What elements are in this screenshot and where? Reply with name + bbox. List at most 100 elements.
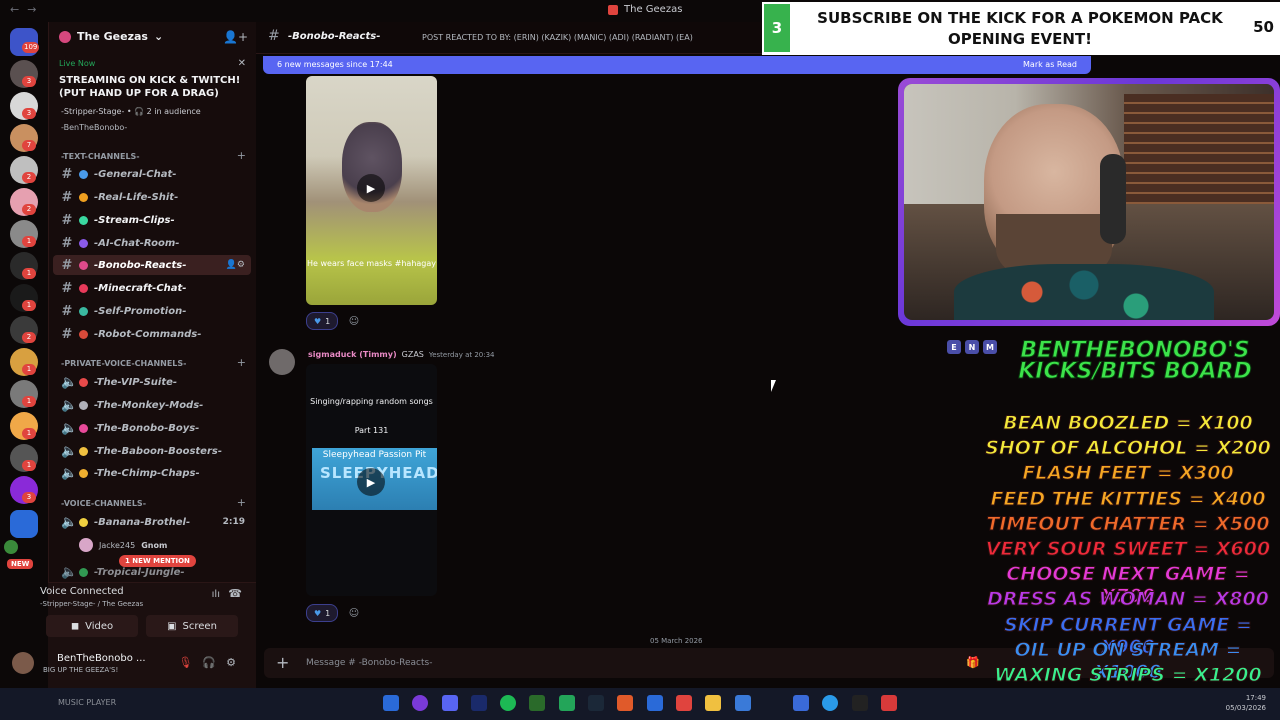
system-clock[interactable]: 17:49 05/03/2026 xyxy=(1226,693,1266,713)
voice-location[interactable]: -Stripper-Stage- / The Geezas xyxy=(40,600,143,608)
deafen-icon[interactable]: 🎧 xyxy=(202,656,226,669)
notes-icon[interactable] xyxy=(735,695,751,711)
add-channel-icon[interactable]: + xyxy=(237,149,246,162)
mail-icon[interactable] xyxy=(793,695,809,711)
mute-icon[interactable]: 🎙 xyxy=(178,656,202,669)
server-icon[interactable] xyxy=(10,510,38,538)
voice-status[interactable]: Voice Connected xyxy=(40,586,124,597)
voice-channel-chimp-chaps[interactable]: 🔈 -The-Chimp-Chaps- xyxy=(53,463,251,483)
emoji-icon xyxy=(79,260,88,270)
app-icon[interactable] xyxy=(647,695,663,711)
app-icon[interactable] xyxy=(881,695,897,711)
play-icon[interactable]: ▶ xyxy=(357,468,385,496)
new-messages-text: 6 new messages since 17:44 xyxy=(277,60,393,69)
mention-badge: 1 xyxy=(22,364,36,375)
add-reaction-icon[interactable]: ☺ xyxy=(346,605,362,621)
channel-general-chat[interactable]: # -General-Chat- xyxy=(53,164,251,184)
app-icon[interactable] xyxy=(852,695,868,711)
mention-badge: 1 xyxy=(22,268,36,279)
history-nav[interactable]: ←→ xyxy=(10,3,44,16)
video-embed[interactable]: Singing/rapping random songs Part 131 Sl… xyxy=(306,364,437,596)
chat-icon[interactable] xyxy=(559,695,575,711)
hash-icon: # xyxy=(61,212,73,228)
add-channel-icon[interactable]: + xyxy=(237,496,246,509)
subscribe-banner: 3 SUBSCRIBE ON THE KICK FOR A POKEMON PA… xyxy=(762,2,1280,55)
mouse-cursor xyxy=(771,380,781,392)
speaker-icon: 🔈 xyxy=(61,374,78,390)
server-header[interactable]: The Geezas ⌄ xyxy=(59,30,163,43)
live-host: -BenTheBonobo- xyxy=(61,123,128,132)
live-event-title[interactable]: STREAMING ON KICK & TWITCH! (PUT HAND UP… xyxy=(59,74,249,100)
live-stage-row[interactable]: -Stripper-Stage- • 🎧 2 in audience xyxy=(61,107,201,116)
disconnect-icon[interactable]: ☎ xyxy=(228,587,242,600)
video-caption: Singing/rapping random songs xyxy=(310,397,433,406)
heart-icon: ♥ xyxy=(314,608,322,618)
channel-minecraft-chat[interactable]: # -Minecraft-Chat- xyxy=(53,278,251,298)
chevron-down-icon: ⌄ xyxy=(153,30,164,43)
spotify-icon[interactable] xyxy=(500,695,516,711)
voice-connection-panel: Voice Connected -Stripper-Stage- / The G… xyxy=(40,582,256,644)
channel-bonobo-reacts[interactable]: # -Bonobo-Reacts- 👤⚙ xyxy=(53,255,251,275)
add-channel-icon[interactable]: + xyxy=(237,356,246,369)
username[interactable]: BenTheBonobo ... xyxy=(57,653,146,664)
guild-tag[interactable]: GZAS xyxy=(402,350,424,359)
message-input[interactable]: Message # -Bonobo-Reacts- xyxy=(306,658,432,668)
category-text-channels[interactable]: -TEXT-CHANNELS- xyxy=(61,152,140,161)
voice-channel-tropical-jungle[interactable]: 🔈 -Tropical-Jungle- xyxy=(53,562,251,582)
channel-stream-clips[interactable]: # -Stream-Clips- xyxy=(53,210,251,230)
upload-plus-icon[interactable]: + xyxy=(276,653,289,672)
video-embed[interactable]: ▶ He wears face masks #hahagay xyxy=(306,76,437,305)
message-author[interactable]: sigmaduck (Timmy) xyxy=(308,350,397,359)
app-icon[interactable] xyxy=(412,695,428,711)
kicks-board-item: BEAN BOOZLED = X100 xyxy=(1003,412,1254,435)
emoji-icon xyxy=(79,192,88,202)
channel-self-promotion[interactable]: # -Self-Promotion- xyxy=(53,301,251,321)
add-reaction-icon[interactable]: ☺ xyxy=(346,313,362,329)
stage-name: -Stripper-Stage- xyxy=(61,107,125,116)
voice-member[interactable]: Jacke245 Gnom xyxy=(79,538,167,552)
reaction-heart[interactable]: ♥ 1 xyxy=(306,312,339,330)
files-icon[interactable] xyxy=(383,695,399,711)
banner-count: 50 xyxy=(1253,18,1274,36)
discord-icon[interactable] xyxy=(442,695,458,711)
speaker-icon: 🔈 xyxy=(61,465,78,481)
play-icon[interactable]: ▶ xyxy=(357,174,385,202)
edge-icon[interactable] xyxy=(822,695,838,711)
avatar[interactable] xyxy=(269,349,295,375)
settings-icon[interactable]: ⚙ xyxy=(226,656,246,669)
user-controls[interactable]: 🎙🎧⚙ xyxy=(178,656,246,669)
new-messages-bar[interactable]: 6 new messages since 17:44 Mark as Read xyxy=(263,56,1091,74)
mention-badge: 1 xyxy=(22,460,36,471)
channel-settings-icon[interactable]: 👤⚙ xyxy=(226,260,245,270)
channel-robot-commands[interactable]: # -Robot-Commands- xyxy=(53,324,251,344)
voice-channel-vip-suite[interactable]: 🔈 -The-VIP-Suite- xyxy=(53,372,251,392)
channel-topic[interactable]: POST REACTED TO BY: (ERIN) (KAZIK) (MANI… xyxy=(422,33,693,42)
folder-icon[interactable] xyxy=(705,695,721,711)
mark-as-read-button[interactable]: Mark as Read xyxy=(1023,60,1077,69)
mention-badge: 109 xyxy=(22,42,40,53)
avatar[interactable] xyxy=(12,652,34,674)
premiere-icon[interactable] xyxy=(471,695,487,711)
video-button[interactable]: ◼ Video xyxy=(46,615,138,637)
steam-icon[interactable] xyxy=(588,695,604,711)
app-icon[interactable] xyxy=(676,695,692,711)
nvidia-icon[interactable] xyxy=(529,695,545,711)
channel-real-life-shit[interactable]: # -Real-Life-Shit- xyxy=(53,187,251,207)
hash-icon: # xyxy=(61,280,73,296)
noise-suppression-icon[interactable]: ılı xyxy=(212,589,220,600)
category-private-voice[interactable]: -PRIVATE-VOICE-CHANNELS- xyxy=(61,359,186,368)
speaker-icon: 🔈 xyxy=(61,564,78,580)
screen-share-button[interactable]: ▣ Screen xyxy=(146,615,238,637)
close-icon[interactable]: ✕ xyxy=(238,58,246,69)
voice-channel-monkey-mods[interactable]: 🔈 -The-Monkey-Mods- xyxy=(53,395,251,415)
voice-channel-banana-brothel[interactable]: 🔈 -Banana-Brothel- 2:19 xyxy=(53,512,251,532)
category-voice-channels[interactable]: -VOICE-CHANNELS- xyxy=(61,499,146,508)
voice-channel-bonobo-boys[interactable]: 🔈 -The-Bonobo-Boys- xyxy=(53,418,251,438)
window-title: The Geezas xyxy=(608,4,682,15)
add-user-icon[interactable]: 👤+ xyxy=(223,30,248,44)
server-icon[interactable] xyxy=(4,540,18,554)
reaction-heart[interactable]: ♥ 1 xyxy=(306,604,339,622)
browser-icon[interactable] xyxy=(617,695,633,711)
channel-ai-chat-room[interactable]: # -AI-Chat-Room- xyxy=(53,233,251,253)
voice-channel-baboon-boosters[interactable]: 🔈 -The-Baboon-Boosters- xyxy=(53,441,251,461)
